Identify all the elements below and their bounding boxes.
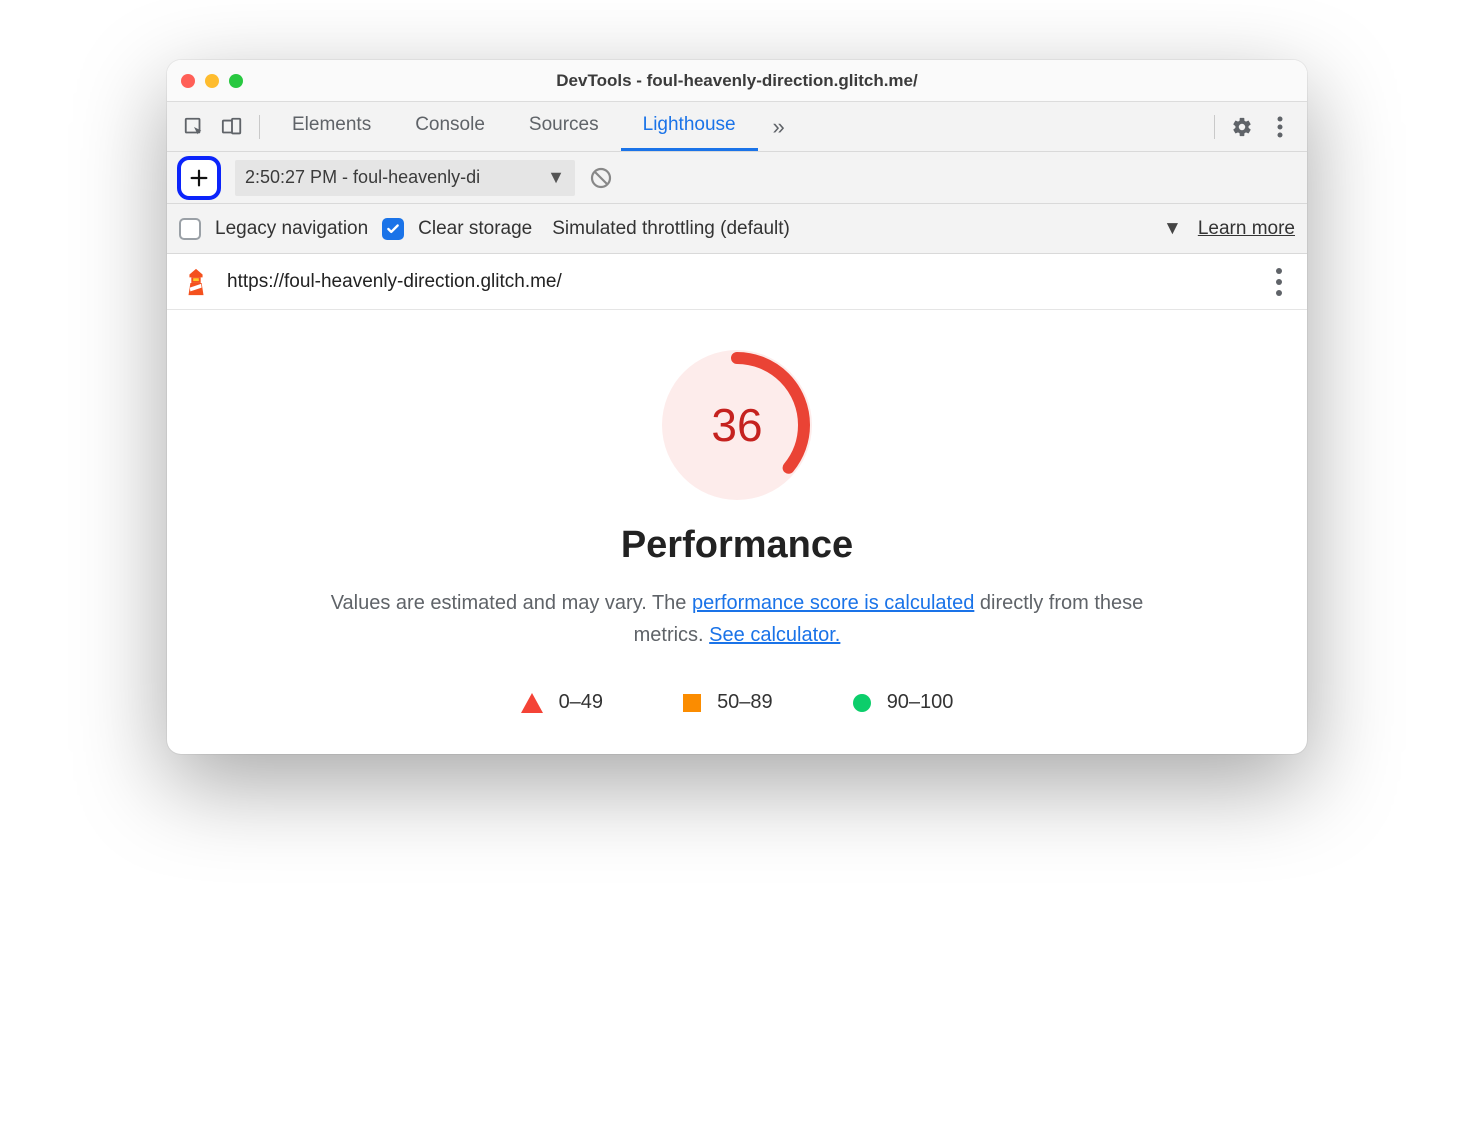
devtools-window: DevTools - foul-heavenly-direction.glitc… bbox=[167, 60, 1307, 754]
window-title: DevTools - foul-heavenly-direction.glitc… bbox=[556, 71, 917, 91]
inspect-element-icon[interactable] bbox=[177, 110, 211, 144]
divider bbox=[259, 115, 260, 139]
fail-triangle-icon bbox=[521, 693, 543, 713]
minimize-window-button[interactable] bbox=[205, 74, 219, 88]
learn-more-link[interactable]: Learn more bbox=[1198, 218, 1295, 240]
kebab-menu-icon[interactable] bbox=[1263, 110, 1297, 144]
zoom-window-button[interactable] bbox=[229, 74, 243, 88]
legacy-navigation-label: Legacy navigation bbox=[215, 218, 368, 240]
close-window-button[interactable] bbox=[181, 74, 195, 88]
pass-circle-icon bbox=[853, 694, 871, 712]
performance-gauge: 36 bbox=[662, 350, 812, 500]
throttling-label: Simulated throttling (default) bbox=[552, 218, 790, 240]
devtools-tabs: Elements Console Sources Lighthouse bbox=[270, 102, 758, 151]
tab-elements[interactable]: Elements bbox=[270, 102, 393, 151]
tab-console[interactable]: Console bbox=[393, 102, 507, 151]
device-toolbar-icon[interactable] bbox=[215, 110, 249, 144]
legend-fail: 0–49 bbox=[521, 691, 604, 714]
new-report-button[interactable] bbox=[177, 156, 221, 200]
report-options-menu[interactable] bbox=[1265, 264, 1293, 300]
clear-storage-label: Clear storage bbox=[418, 218, 532, 240]
titlebar: DevTools - foul-heavenly-direction.glitc… bbox=[167, 60, 1307, 102]
score-legend: 0–49 50–89 90–100 bbox=[187, 691, 1287, 714]
caret-down-icon[interactable]: ▼ bbox=[1163, 218, 1182, 240]
legacy-navigation-checkbox[interactable] bbox=[179, 218, 201, 240]
more-tabs-icon[interactable]: » bbox=[762, 110, 796, 144]
average-square-icon bbox=[683, 694, 701, 712]
lighthouse-toolbar: 2:50:27 PM - foul-heavenly-di ▼ bbox=[167, 152, 1307, 204]
divider bbox=[1214, 115, 1215, 139]
performance-score: 36 bbox=[662, 350, 812, 500]
lighthouse-report: 36 Performance Values are estimated and … bbox=[167, 310, 1307, 754]
category-title: Performance bbox=[187, 524, 1287, 567]
report-url-bar: https://foul-heavenly-direction.glitch.m… bbox=[167, 254, 1307, 310]
score-description: Values are estimated and may vary. The p… bbox=[307, 587, 1167, 651]
score-calc-link[interactable]: performance score is calculated bbox=[692, 592, 974, 614]
traffic-lights bbox=[181, 74, 243, 88]
report-url: https://foul-heavenly-direction.glitch.m… bbox=[227, 271, 1249, 293]
tab-lighthouse[interactable]: Lighthouse bbox=[621, 102, 758, 151]
report-select-dropdown[interactable]: 2:50:27 PM - foul-heavenly-di ▼ bbox=[235, 160, 575, 196]
lighthouse-options: Legacy navigation Clear storage Simulate… bbox=[167, 204, 1307, 254]
calculator-link[interactable]: See calculator. bbox=[709, 624, 840, 646]
tab-sources[interactable]: Sources bbox=[507, 102, 621, 151]
caret-down-icon: ▼ bbox=[547, 167, 565, 188]
lighthouse-logo-icon bbox=[181, 267, 211, 297]
clear-reports-icon[interactable] bbox=[589, 166, 613, 190]
settings-gear-icon[interactable] bbox=[1225, 110, 1259, 144]
devtools-tabs-bar: Elements Console Sources Lighthouse » bbox=[167, 102, 1307, 152]
report-select-label: 2:50:27 PM - foul-heavenly-di bbox=[245, 167, 480, 188]
legend-pass: 90–100 bbox=[853, 691, 954, 714]
legend-average: 50–89 bbox=[683, 691, 773, 714]
clear-storage-checkbox[interactable] bbox=[382, 218, 404, 240]
